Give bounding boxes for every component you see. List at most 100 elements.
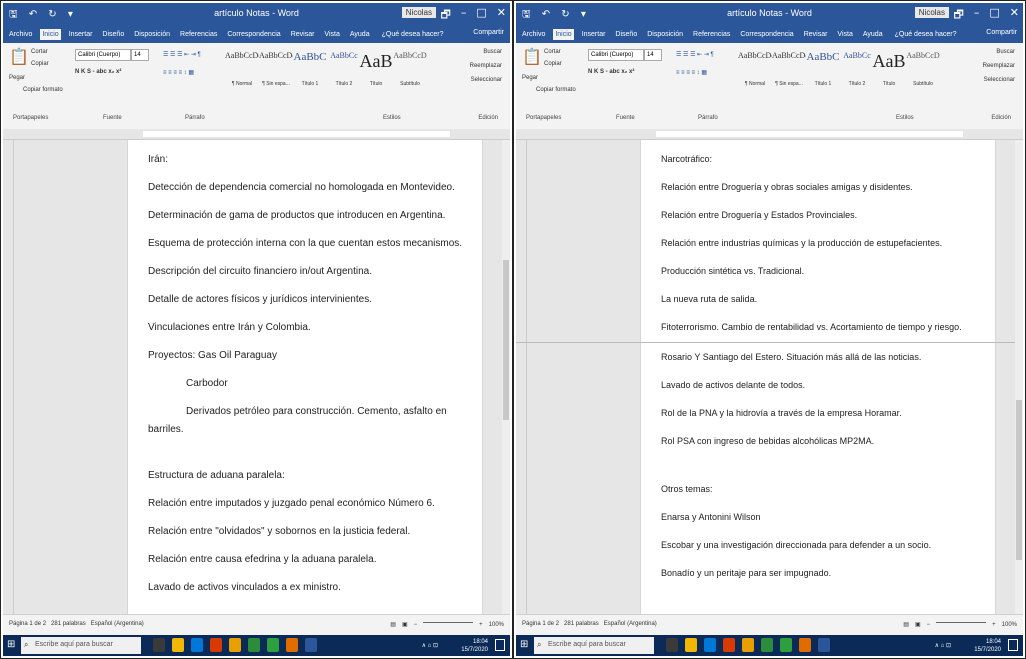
paste-icon[interactable]: 📋 — [522, 47, 542, 67]
vlc-icon[interactable] — [742, 638, 754, 652]
read-mode-icon[interactable]: ▤ — [903, 621, 909, 628]
cut-button[interactable]: Cortar — [544, 49, 561, 55]
tab-referencias[interactable]: Referencias — [178, 29, 219, 40]
zoom-in-icon[interactable]: + — [992, 622, 996, 628]
doc-line[interactable]: Estructura de aduana paralela: — [148, 470, 285, 481]
tab-correspondencia[interactable]: Correspondencia — [225, 29, 282, 40]
system-tray-icons[interactable]: ∧ ⌂ ⊡ — [422, 642, 438, 649]
clock[interactable]: 18:04 15/7/2020 — [974, 638, 1001, 654]
windows-start-icon[interactable]: ⊞ — [520, 639, 528, 650]
paste-button[interactable]: Pegar — [522, 75, 538, 81]
user-account[interactable]: Nicolas — [401, 7, 436, 18]
horizontal-ruler[interactable] — [516, 129, 1023, 140]
tab-diseno[interactable]: Diseño — [100, 29, 126, 40]
style-normal[interactable]: AaBbCcDd ¶ Normal — [738, 51, 772, 87]
vertical-scrollbar[interactable] — [1015, 140, 1023, 615]
doc-line[interactable]: Irán: — [148, 154, 168, 165]
zoom-slider[interactable] — [423, 622, 474, 623]
style-title[interactable]: AaB Título — [359, 51, 393, 87]
close-icon[interactable]: ✕ — [1010, 6, 1019, 25]
font-format-buttons[interactable]: N K S - abc x₂ x² — [75, 69, 121, 75]
style-no-spacing[interactable]: AaBbCcDd ¶ Sin espa... — [259, 51, 293, 87]
task-view-icon[interactable] — [153, 638, 165, 652]
firefox-icon[interactable] — [286, 638, 298, 652]
doc-line[interactable]: Producción sintética vs. Tradicional. — [661, 266, 804, 276]
style-no-spacing[interactable]: AaBbCcDd ¶ Sin espa... — [772, 51, 806, 87]
doc-line[interactable]: Rosario Y Santiago del Estero. Situación… — [661, 352, 921, 362]
tab-ayuda[interactable]: Ayuda — [348, 29, 372, 40]
zoom-out-icon[interactable]: − — [414, 622, 418, 628]
zoom-in-icon[interactable]: + — [479, 622, 483, 628]
task-view-icon[interactable] — [666, 638, 678, 652]
doc-line[interactable]: Carbodor — [186, 378, 228, 389]
style-heading2[interactable]: AaBbCc Título 2 — [840, 51, 874, 87]
language-indicator[interactable]: Español (Argentina) — [604, 621, 657, 627]
font-name-select[interactable]: Calibri (Cuerpo) — [588, 49, 644, 61]
doc-line[interactable]: Descripción del circuito financiero in/o… — [148, 266, 372, 277]
tab-archivo[interactable]: Archivo — [7, 29, 34, 40]
page-count[interactable]: Página 1 de 2 — [522, 621, 559, 627]
doc-line[interactable]: Lavado de activos delante de todos. — [661, 380, 805, 390]
doc-line[interactable]: Esquema de protección interna con la que… — [148, 238, 462, 249]
style-heading1[interactable]: AaBbC Título 1 — [806, 51, 840, 87]
word-taskbar-icon[interactable] — [818, 638, 830, 652]
vertical-scrollbar[interactable] — [502, 140, 510, 615]
doc-line[interactable]: Detección de dependencia comercial no ho… — [148, 182, 455, 193]
document-page[interactable]: Irán: Detección de dependencia comercial… — [128, 140, 482, 615]
scroll-thumb[interactable] — [1016, 400, 1022, 560]
format-painter-button[interactable]: Copiar formato — [23, 87, 63, 93]
doc-line[interactable]: Proyectos: Gas Oil Paraguay — [148, 350, 277, 361]
maximize-icon[interactable]: □ — [989, 6, 999, 25]
print-layout-icon[interactable]: ▣ — [915, 621, 921, 628]
horizontal-ruler[interactable] — [3, 129, 510, 140]
find-button[interactable]: Buscar — [996, 49, 1015, 55]
read-mode-icon[interactable]: ▤ — [390, 621, 396, 628]
doc-line[interactable]: Rol PSA con ingreso de bebidas alcohólic… — [661, 436, 874, 446]
doc-line[interactable]: Narcotráfico: — [661, 154, 712, 164]
tab-ayuda[interactable]: Ayuda — [861, 29, 885, 40]
close-icon[interactable]: ✕ — [497, 6, 506, 25]
format-painter-button[interactable]: Copiar formato — [536, 87, 576, 93]
cut-button[interactable]: Cortar — [31, 49, 48, 55]
doc-line[interactable]: Enarsa y Antonini Wilson — [661, 512, 761, 522]
tab-archivo[interactable]: Archivo — [520, 29, 547, 40]
tab-insertar[interactable]: Insertar — [580, 29, 608, 40]
word-count[interactable]: 281 palabras — [564, 621, 599, 627]
print-layout-icon[interactable]: ▣ — [402, 621, 408, 628]
style-title[interactable]: AaB Título — [872, 51, 906, 87]
copy-button[interactable]: Copiar — [31, 61, 49, 67]
zoom-slider[interactable] — [936, 622, 987, 623]
chrome-icon[interactable] — [780, 638, 792, 652]
find-button[interactable]: Buscar — [483, 49, 502, 55]
tab-disposicion[interactable]: Disposición — [645, 29, 685, 40]
word-count[interactable]: 281 palabras — [51, 621, 86, 627]
office-icon[interactable] — [210, 638, 222, 652]
doc-line[interactable]: Relación entre imputados y juzgado penal… — [148, 498, 435, 509]
document-page[interactable]: Narcotráfico: Relación entre Droguería y… — [516, 140, 1015, 615]
tab-inicio[interactable]: Inicio — [553, 28, 574, 40]
green-app-icon[interactable] — [761, 638, 773, 652]
doc-line[interactable]: Relación entre Droguería y Estados Provi… — [661, 210, 857, 220]
copy-button[interactable]: Copiar — [544, 61, 562, 67]
doc-line[interactable]: Rol de la PNA y la hidrovía a través de … — [661, 408, 902, 418]
doc-line[interactable]: Fitoterrorismo. Cambio de rentabilidad v… — [661, 322, 962, 332]
clock[interactable]: 18:04 15/7/2020 — [461, 638, 488, 654]
zoom-out-icon[interactable]: − — [927, 622, 931, 628]
taskbar-search[interactable]: ⌕ Escribe aquí para buscar — [21, 637, 141, 654]
maximize-icon[interactable]: □ — [476, 6, 486, 25]
replace-button[interactable]: Reemplazar — [470, 63, 502, 69]
doc-line[interactable]: Otros temas: — [661, 484, 713, 494]
tab-vista[interactable]: Vista — [835, 29, 854, 40]
file-explorer-icon[interactable] — [172, 638, 184, 652]
replace-button[interactable]: Reemplazar — [983, 63, 1015, 69]
file-explorer-icon[interactable] — [685, 638, 697, 652]
align-icon[interactable]: ≡ ≡ ≡ ≡ ↕ ▦ — [163, 69, 194, 76]
language-indicator[interactable]: Español (Argentina) — [91, 621, 144, 627]
edge-icon[interactable] — [704, 638, 716, 652]
firefox-icon[interactable] — [799, 638, 811, 652]
tab-disposicion[interactable]: Disposición — [132, 29, 172, 40]
doc-line[interactable]: La nueva ruta de salida. — [661, 294, 757, 304]
doc-line[interactable]: Relación entre causa efedrina y la aduan… — [148, 554, 377, 565]
tab-correspondencia[interactable]: Correspondencia — [738, 29, 795, 40]
select-button[interactable]: Seleccionar — [471, 77, 502, 83]
